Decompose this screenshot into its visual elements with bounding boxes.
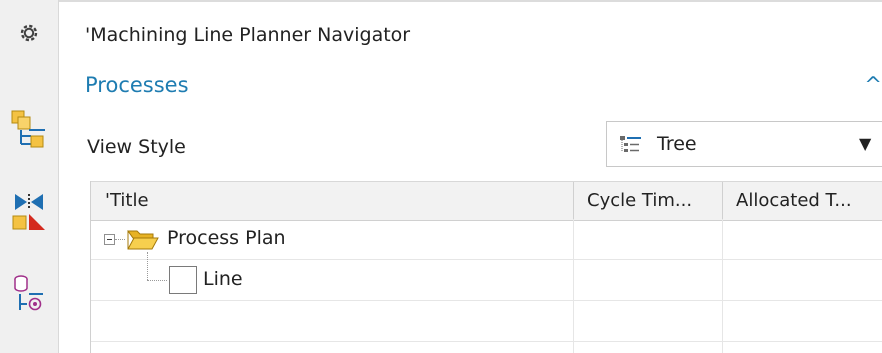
column-header-title[interactable]: 'Title: [105, 182, 565, 220]
table-row[interactable]: [91, 301, 882, 342]
column-divider[interactable]: [573, 182, 574, 220]
folder-open-icon: [126, 227, 160, 255]
row-title: Line: [203, 268, 243, 290]
table-row[interactable]: Line: [91, 252, 882, 301]
column-header-cycle-time[interactable]: Cycle Tim...: [587, 182, 725, 220]
panel-top-border: [59, 0, 882, 2]
column-divider[interactable]: [722, 182, 723, 220]
settings-gear-icon[interactable]: [6, 22, 52, 44]
tree-view-icon: [619, 135, 643, 159]
left-toolbar: [0, 0, 59, 353]
collapse-toggle-icon[interactable]: [104, 234, 115, 245]
dropdown-arrow-icon[interactable]: ▼: [859, 134, 871, 153]
resource-feature-icon[interactable]: [6, 270, 52, 316]
tree-connector: [147, 280, 167, 281]
view-style-label: View Style: [87, 136, 186, 158]
table-header: 'Title Cycle Tim... Allocated T...: [91, 181, 882, 221]
assign-component-icon[interactable]: [6, 108, 52, 150]
tree-connector: [147, 252, 148, 280]
collapse-caret-icon[interactable]: ^: [864, 73, 882, 97]
process-table: 'Title Cycle Tim... Allocated T... Proce…: [90, 181, 882, 353]
cut-paste-icon[interactable]: [6, 190, 52, 234]
navigator-panel: 'Machining Line Planner Navigator Proces…: [59, 0, 882, 353]
navigator-title: 'Machining Line Planner Navigator: [85, 24, 411, 46]
processes-section-title[interactable]: Processes: [85, 73, 189, 97]
table-row[interactable]: Process Plan: [91, 219, 882, 260]
view-style-value: Tree: [657, 133, 697, 155]
view-style-dropdown[interactable]: Tree ▼: [606, 121, 882, 167]
tree-connector: [115, 239, 125, 240]
line-box-icon: [169, 266, 197, 294]
column-header-allocated-time[interactable]: Allocated T...: [736, 182, 882, 220]
row-title: Process Plan: [167, 227, 286, 249]
